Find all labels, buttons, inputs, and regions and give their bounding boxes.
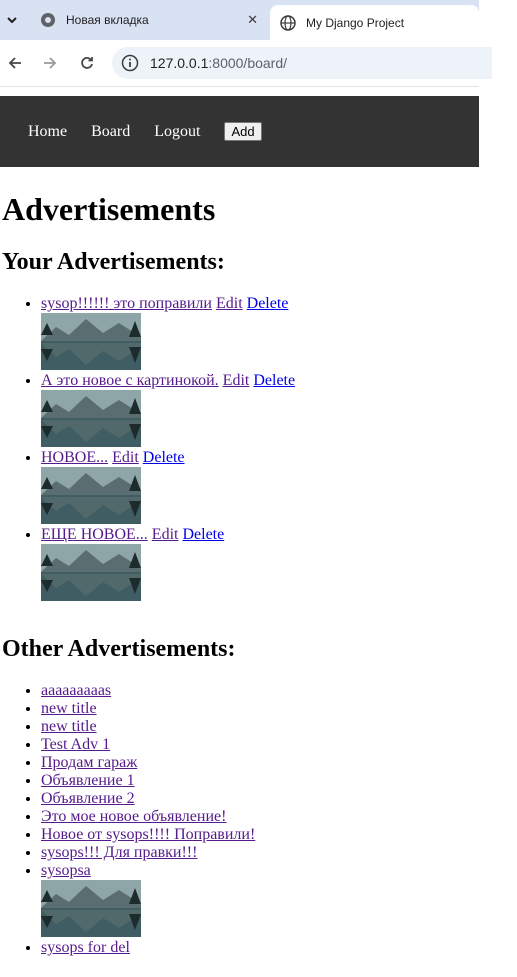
- url-text: 127.0.0.1:8000/board/: [150, 55, 287, 71]
- list-item: new title: [41, 700, 255, 718]
- tab-title: My Django Project: [306, 15, 405, 30]
- page-content: Home Board Logout Add Advertisements You…: [0, 96, 479, 956]
- ad-image: [41, 313, 141, 370]
- other-ads-list: aaaaaaaaas new title new title Test Adv …: [0, 682, 255, 957]
- ad-title-link[interactable]: А это новое с картинокой.: [41, 372, 219, 389]
- ad-title-link[interactable]: sysopsa: [41, 862, 91, 879]
- list-item: Это мое новое объявление!: [41, 808, 255, 826]
- list-item: ЕЩЕ НОВОЕ... Edit Delete: [41, 526, 295, 601]
- tab-title: Новая вкладка: [66, 13, 149, 27]
- ad-image: [41, 880, 141, 937]
- list-item: sysops for del: [41, 939, 255, 957]
- edit-link[interactable]: Edit: [223, 372, 250, 389]
- ad-image: [41, 390, 141, 447]
- edit-link[interactable]: Edit: [152, 526, 179, 543]
- ad-image: [41, 544, 141, 601]
- list-item: sysopsa: [41, 862, 255, 937]
- ad-title-link[interactable]: sysops for del: [41, 939, 130, 956]
- ad-title-link[interactable]: Это мое новое объявление!: [41, 808, 226, 825]
- ad-title-link[interactable]: sysops!!! Для правки!!!: [41, 844, 197, 861]
- ad-title-link[interactable]: Test Adv 1: [41, 736, 110, 753]
- ad-title-link[interactable]: Объявление 2: [41, 790, 135, 807]
- close-icon[interactable]: ✕: [247, 12, 258, 28]
- reload-icon: [81, 57, 93, 69]
- ad-title-link[interactable]: ЕЩЕ НОВОЕ...: [41, 526, 148, 543]
- chrome-icon: [40, 12, 56, 28]
- arrow-left-icon: [8, 57, 21, 69]
- list-item: Продам гараж: [41, 754, 255, 772]
- edit-link[interactable]: Edit: [216, 295, 243, 312]
- other-ads-heading: Other Advertisements:: [2, 636, 236, 662]
- globe-icon: [280, 14, 296, 31]
- page-title: Advertisements: [2, 191, 216, 227]
- ad-title-link[interactable]: aaaaaaaaas: [41, 682, 111, 699]
- your-ads-heading: Your Advertisements:: [2, 249, 225, 275]
- url-path: :8000/board/: [208, 55, 288, 71]
- list-item: sysop!!!!!! это поправили Edit Delete: [41, 295, 295, 370]
- ad-title-link[interactable]: Объявление 1: [41, 772, 135, 789]
- ad-image: [41, 467, 141, 524]
- nav-home-link[interactable]: Home: [28, 123, 67, 141]
- browser-chrome: Новая вкладка ✕ My Django Project 127.0.…: [0, 0, 492, 96]
- address-bar[interactable]: 127.0.0.1:8000/board/: [112, 47, 492, 79]
- ad-title-link[interactable]: Новое от sysops!!!! Поправили!: [41, 826, 255, 843]
- list-item: Test Adv 1: [41, 736, 255, 754]
- list-item: Объявление 1: [41, 772, 255, 790]
- ad-title-link[interactable]: new title: [41, 700, 97, 717]
- forward-button[interactable]: [38, 51, 62, 75]
- ad-title-link[interactable]: Продам гараж: [41, 754, 137, 771]
- site-info-icon[interactable]: [120, 53, 140, 73]
- chevron-down-icon: [7, 17, 17, 24]
- arrow-right-icon: [44, 57, 57, 69]
- list-item: Новое от sysops!!!! Поправили!: [41, 826, 255, 844]
- site-navbar: Home Board Logout Add: [0, 96, 479, 167]
- edit-link[interactable]: Edit: [112, 449, 139, 466]
- add-button[interactable]: Add: [224, 122, 262, 141]
- list-item: НОВОЕ... Edit Delete: [41, 449, 295, 524]
- browser-toolbar: 127.0.0.1:8000/board/: [0, 40, 492, 87]
- nav-logout-link[interactable]: Logout: [154, 123, 200, 141]
- ad-title-link[interactable]: new title: [41, 718, 97, 735]
- back-button[interactable]: [3, 51, 27, 75]
- delete-link[interactable]: Delete: [182, 526, 224, 543]
- tab-my-django-project[interactable]: My Django Project: [270, 5, 479, 40]
- ad-title-link[interactable]: sysop!!!!!! это поправили: [41, 295, 212, 312]
- your-ads-list: sysop!!!!!! это поправили Edit Delete А …: [0, 295, 295, 603]
- list-item: aaaaaaaaas: [41, 682, 255, 700]
- list-item: new title: [41, 718, 255, 736]
- list-item: sysops!!! Для правки!!!: [41, 844, 255, 862]
- delete-link[interactable]: Delete: [253, 372, 295, 389]
- url-host: 127.0.0.1: [150, 55, 209, 71]
- tab-new-tab[interactable]: Новая вкладка ✕: [30, 5, 266, 35]
- delete-link[interactable]: Delete: [143, 449, 185, 466]
- nav-board-link[interactable]: Board: [91, 123, 130, 141]
- list-item: А это новое с картинокой. Edit Delete: [41, 372, 295, 447]
- ad-title-link[interactable]: НОВОЕ...: [41, 449, 108, 466]
- tab-search-button[interactable]: [0, 5, 24, 35]
- delete-link[interactable]: Delete: [247, 295, 289, 312]
- list-item: Объявление 2: [41, 790, 255, 808]
- reload-button[interactable]: [75, 51, 99, 75]
- tab-strip: Новая вкладка ✕ My Django Project: [0, 0, 479, 40]
